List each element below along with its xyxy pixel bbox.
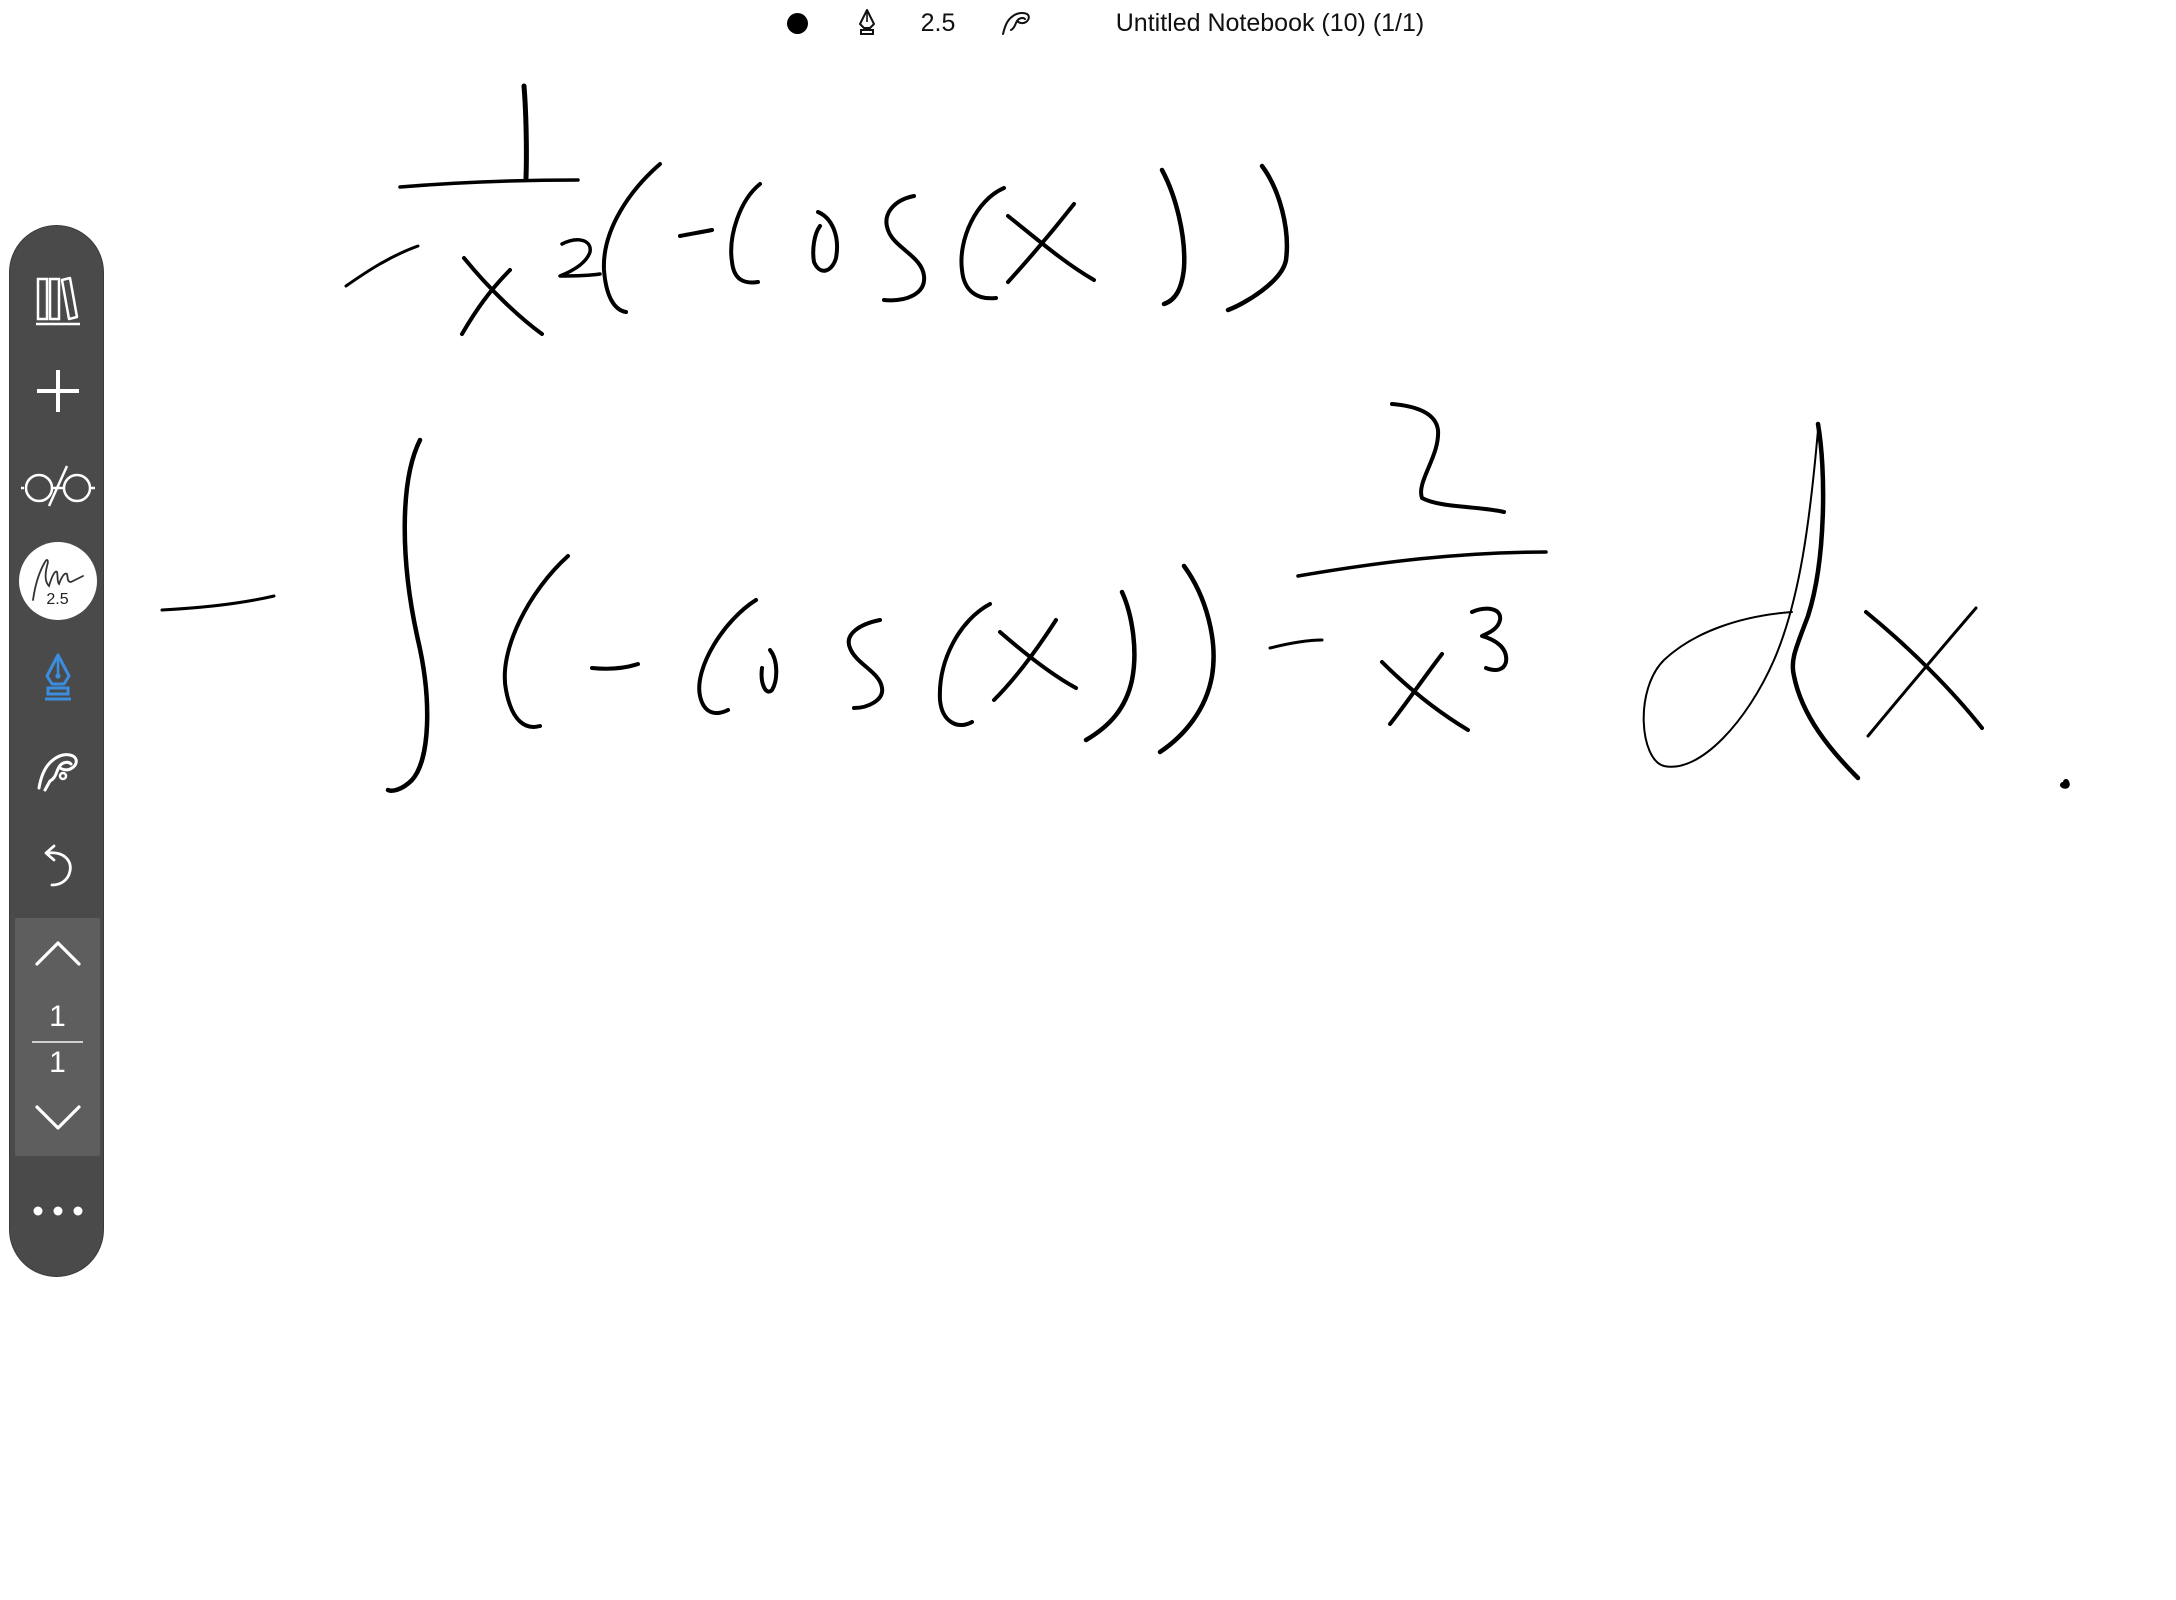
- ink-canvas[interactable]: [0, 0, 2176, 1600]
- undo-button[interactable]: [10, 826, 105, 906]
- pen-settings-button[interactable]: 2.5: [10, 538, 105, 624]
- pen-preview-icon: 2.5: [18, 542, 97, 620]
- color-dot-icon[interactable]: [782, 6, 812, 40]
- touch-hand-icon[interactable]: [996, 6, 1036, 40]
- add-icon: [36, 370, 79, 412]
- pen-preview-size: 2.5: [46, 591, 69, 608]
- library-button[interactable]: [10, 261, 105, 341]
- add-page-button[interactable]: [10, 351, 105, 431]
- current-page-number: 1: [49, 1000, 66, 1033]
- touch-hand-icon: [37, 753, 78, 792]
- undo-icon: [44, 844, 72, 887]
- pen-size-readout: 2.5: [920, 8, 956, 37]
- ink-line-1: [344, 83, 1290, 336]
- top-status-bar: 2.5 Untitled Notebook (10) (1/1): [0, 0, 2176, 46]
- chevron-up-icon: [34, 941, 81, 966]
- next-page-button[interactable]: [15, 1093, 100, 1143]
- app-window: 2.5 Untitled Notebook (10) (1/1) 2.5 1 1: [0, 0, 2176, 1600]
- pen-tool-button[interactable]: [10, 638, 105, 718]
- page-navigator: 1 1: [15, 918, 100, 1156]
- left-toolbar: 2.5 1 1: [9, 225, 104, 1277]
- previous-page-button[interactable]: [15, 928, 100, 978]
- ink-line-2: [160, 402, 2070, 793]
- read-mode-icon: [20, 465, 95, 507]
- more-button[interactable]: [10, 1181, 105, 1241]
- notebook-title: Untitled Notebook (10) (1/1): [1115, 8, 1425, 37]
- fountain-pen-icon[interactable]: [852, 6, 882, 40]
- chevron-down-icon: [34, 1105, 81, 1130]
- fountain-pen-icon: [44, 653, 71, 701]
- library-icon: [35, 276, 80, 326]
- total-page-count: 1: [49, 1046, 66, 1079]
- more-icon: [33, 1206, 82, 1216]
- touch-tool-button[interactable]: [10, 731, 105, 811]
- read-mode-button[interactable]: [10, 446, 105, 526]
- page-divider: [32, 1041, 83, 1043]
